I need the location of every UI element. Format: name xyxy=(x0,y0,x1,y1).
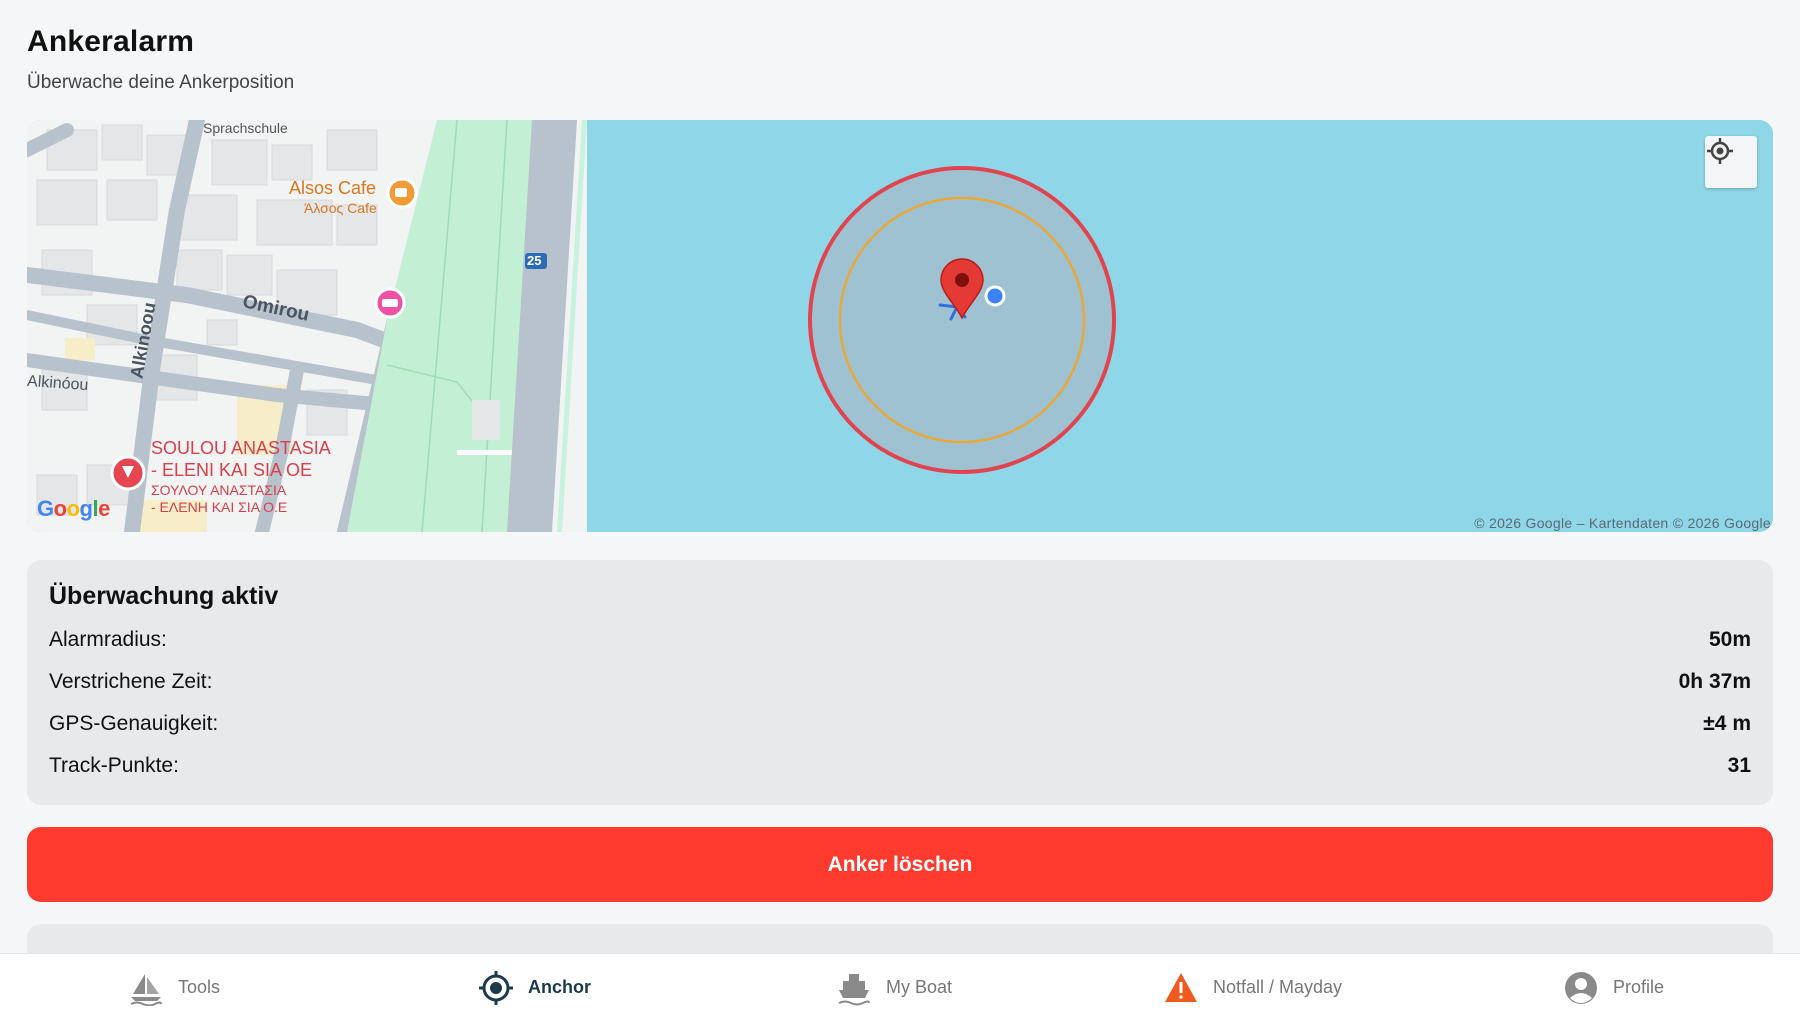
status-row-elapsed: Verstrichene Zeit: 0h 37m xyxy=(49,670,1751,694)
cafe-marker xyxy=(386,177,418,209)
tab-profile[interactable]: Profile xyxy=(1563,954,1664,1021)
status-value: 50m xyxy=(1708,628,1751,651)
map-label-route: 25 xyxy=(527,253,542,268)
map-label-sprachschule: Sprachschule xyxy=(203,120,288,136)
bottom-tab-bar: Tools Anchor My Boat Notfall / Mayday Pr… xyxy=(0,953,1800,1021)
page-title: Ankeralarm xyxy=(27,25,195,58)
tab-mayday[interactable]: Notfall / Mayday xyxy=(1163,954,1342,1021)
map-attribution[interactable]: © 2026 Google – Kartendaten © 2026 Googl… xyxy=(1474,515,1771,531)
map-label-business-1: SOULOU ANASTASIA xyxy=(151,438,331,458)
map-label-business-greek-1: ΣΟΥΛΟΥ ΑΝΑΣΤΑΣΙΑ xyxy=(151,482,287,498)
water-area xyxy=(587,120,1773,532)
page-subtitle: Überwache deine Ankerposition xyxy=(27,72,295,93)
status-value: ±4 m xyxy=(1703,712,1751,735)
status-row-track: Track-Punkte: 31 xyxy=(49,754,1751,778)
tab-label: Profile xyxy=(1613,977,1665,997)
business-marker xyxy=(110,455,146,491)
sailboat-icon xyxy=(130,973,162,1006)
map-label-cafe: Alsos Cafe xyxy=(289,178,377,198)
status-label: Track-Punkte: xyxy=(49,754,179,777)
google-logo: Google xyxy=(37,496,110,521)
alarm-radius-ring xyxy=(808,166,1116,474)
warning-triangle-icon xyxy=(1165,972,1197,1002)
status-label: Verstrichene Zeit: xyxy=(49,670,213,693)
status-label: Alarmradius: xyxy=(49,628,167,651)
page-header: Ankeralarm Überwache deine Ankerposition xyxy=(27,20,294,94)
map-label-business-greek-2: - ΕΛΕΝΗ ΚΑΙ ΣΙΑ Ο.Ε xyxy=(151,499,288,515)
tab-label: Notfall / Mayday xyxy=(1213,977,1343,997)
ship-icon xyxy=(838,973,870,1005)
tab-anchor[interactable]: Anchor xyxy=(478,954,591,1021)
status-title: Überwachung aktiv xyxy=(49,582,279,610)
status-value: 31 xyxy=(1727,754,1751,777)
map-label-cafe-greek: Άλσος Cafe xyxy=(304,200,377,216)
status-row-radius: Alarmradius: 50m xyxy=(49,628,1751,652)
map-label-business-2: - ELENI KAI SIA OE xyxy=(151,460,313,480)
yellow-building-small xyxy=(65,338,95,360)
boat-position-dot xyxy=(984,285,1006,307)
monitoring-status-card: Überwachung aktiv Alarmradius: 50m Verst… xyxy=(27,560,1773,805)
status-value: 0h 37m xyxy=(1678,670,1751,693)
tab-my-boat[interactable]: My Boat xyxy=(836,954,952,1021)
anchor-map[interactable]: Sprachschule Alsos Cafe Άλσος Cafe Omiro… xyxy=(27,120,1773,532)
delete-anchor-button[interactable]: Anker löschen xyxy=(27,827,1773,902)
tab-label: My Boat xyxy=(886,977,953,997)
locate-button[interactable] xyxy=(1705,136,1757,188)
tab-label: Tools xyxy=(178,977,221,997)
tab-tools[interactable]: Tools xyxy=(128,954,220,1021)
hotel-marker xyxy=(374,287,406,319)
anchor-target-icon xyxy=(479,970,513,1005)
status-row-gps: GPS-Genauigkeit: ±4 m xyxy=(49,712,1751,736)
crosshair-icon xyxy=(1707,138,1733,164)
tab-label: Anchor xyxy=(528,977,591,997)
status-label: GPS-Genauigkeit: xyxy=(49,712,219,735)
user-circle-icon xyxy=(1565,971,1597,1004)
